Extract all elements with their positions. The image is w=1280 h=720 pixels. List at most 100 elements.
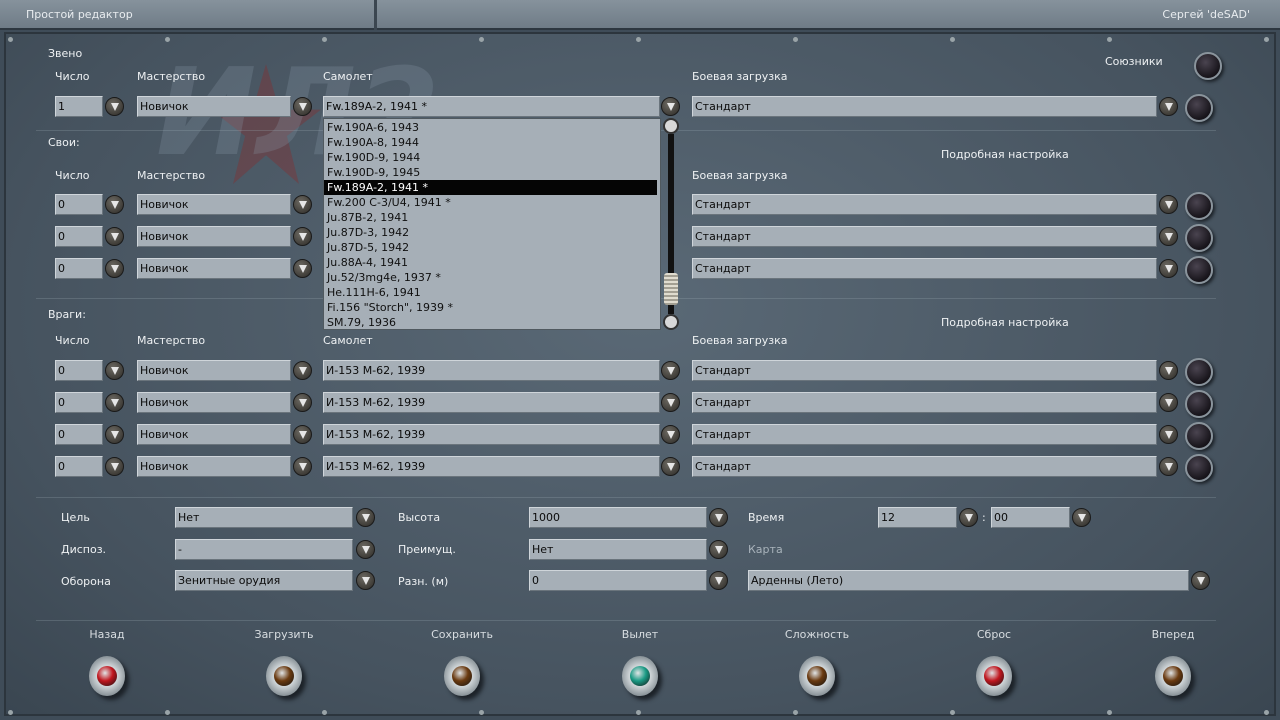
dropdown-arrow-icon[interactable] (1072, 508, 1091, 527)
friendly-count-field[interactable]: 0 (55, 226, 103, 247)
dispos-field[interactable]: - (175, 539, 353, 560)
dropdown-arrow-icon[interactable] (356, 540, 375, 559)
dropdown-arrow-icon[interactable] (1159, 425, 1178, 444)
plane-option[interactable]: Fw.200 C-3/U4, 1941 * (324, 195, 660, 210)
dropdown-arrow-icon[interactable] (356, 508, 375, 527)
enemy-plane-field[interactable]: И-153 М-62, 1939 (323, 360, 660, 381)
dropdown-arrow-icon[interactable] (293, 259, 312, 278)
enemy-skill-field[interactable]: Новичок (137, 392, 291, 413)
fly-button[interactable] (622, 656, 658, 696)
action-button[interactable] (976, 656, 1012, 696)
flight-count-field[interactable]: 1 (55, 96, 103, 117)
plane-option[interactable]: Fw.189A-2, 1941 * (324, 180, 657, 195)
dropdown-arrow-icon[interactable] (293, 195, 312, 214)
dropdown-arrow-icon[interactable] (105, 425, 124, 444)
minute-field[interactable]: 00 (991, 507, 1070, 528)
friendly-skill-field[interactable]: Новичок (137, 194, 291, 215)
flight-plane-field[interactable]: Fw.189A-2, 1941 * (323, 96, 660, 117)
plane-option[interactable]: Ju.87D-3, 1942 (324, 225, 660, 240)
enemy-skill-field[interactable]: Новичок (137, 360, 291, 381)
dropdown-arrow-icon[interactable] (661, 425, 680, 444)
altitude-field[interactable]: 1000 (529, 507, 707, 528)
friendly-detail-button[interactable] (1185, 192, 1213, 220)
dropdown-arrow-icon[interactable] (105, 457, 124, 476)
dropdown-arrow-icon[interactable] (105, 393, 124, 412)
dropdown-arrow-icon[interactable] (293, 393, 312, 412)
enemy-loadout-field[interactable]: Стандарт (692, 392, 1157, 413)
dropdown-arrow-icon[interactable] (293, 361, 312, 380)
scroll-up-icon[interactable] (663, 118, 679, 134)
dropdown-arrow-icon[interactable] (661, 393, 680, 412)
dropdown-arrow-icon[interactable] (1159, 393, 1178, 412)
plane-dropdown-list[interactable]: Fw.190A-6, 1943 Fw.190A-8, 1944 Fw.190D-9,… (323, 118, 661, 330)
dropdown-arrow-icon[interactable] (1159, 457, 1178, 476)
enemy-loadout-field[interactable]: Стандарт (692, 424, 1157, 445)
dropdown-arrow-icon[interactable] (105, 361, 124, 380)
enemy-count-field[interactable]: 0 (55, 360, 103, 381)
dropdown-arrow-icon[interactable] (1159, 195, 1178, 214)
dropdown-arrow-icon[interactable] (661, 457, 680, 476)
enemy-plane-field[interactable]: И-153 М-62, 1939 (323, 424, 660, 445)
dropdown-arrow-icon[interactable] (709, 540, 728, 559)
plane-option[interactable]: Fw.190A-8, 1944 (324, 135, 660, 150)
plane-option[interactable]: Ju.87D-5, 1942 (324, 240, 660, 255)
count-dropdown-arrow-icon[interactable] (105, 97, 124, 116)
friendly-skill-field[interactable]: Новичок (137, 258, 291, 279)
dropdown-arrow-icon[interactable] (1159, 259, 1178, 278)
enemy-detail-button[interactable] (1185, 454, 1213, 482)
enemy-count-field[interactable]: 0 (55, 392, 103, 413)
friendly-detail-button[interactable] (1185, 224, 1213, 252)
action-button[interactable] (266, 656, 302, 696)
dropdown-arrow-icon[interactable] (356, 571, 375, 590)
plane-option[interactable]: Fw.190D-9, 1944 (324, 150, 660, 165)
action-button[interactable] (799, 656, 835, 696)
height-diff-field[interactable]: 0 (529, 570, 707, 591)
dropdown-arrow-icon[interactable] (105, 195, 124, 214)
enemy-count-field[interactable]: 0 (55, 456, 103, 477)
hour-field[interactable]: 12 (878, 507, 957, 528)
friendly-skill-field[interactable]: Новичок (137, 226, 291, 247)
action-button[interactable] (89, 656, 125, 696)
enemy-skill-field[interactable]: Новичок (137, 456, 291, 477)
defense-field[interactable]: Зенитные орудия (175, 570, 353, 591)
scroll-down-icon[interactable] (663, 314, 679, 330)
dropdown-arrow-icon[interactable] (1191, 571, 1210, 590)
friendly-loadout-field[interactable]: Стандарт (692, 194, 1157, 215)
dropdown-arrow-icon[interactable] (293, 425, 312, 444)
dropdown-arrow-icon[interactable] (105, 227, 124, 246)
enemy-loadout-field[interactable]: Стандарт (692, 360, 1157, 381)
dropdown-arrow-icon[interactable] (709, 508, 728, 527)
flight-detail-button[interactable] (1185, 94, 1213, 122)
map-field[interactable]: Арденны (Лето) (748, 570, 1189, 591)
plane-option[interactable]: He.111H-6, 1941 (324, 285, 660, 300)
friendly-loadout-field[interactable]: Стандарт (692, 226, 1157, 247)
dropdown-arrow-icon[interactable] (959, 508, 978, 527)
advantage-field[interactable]: Нет (529, 539, 707, 560)
dropdown-arrow-icon[interactable] (105, 259, 124, 278)
plane-option[interactable]: Ju.52/3mg4e, 1937 * (324, 270, 660, 285)
flight-loadout-field[interactable]: Стандарт (692, 96, 1157, 117)
loadout-dropdown-arrow-icon[interactable] (1159, 97, 1178, 116)
enemy-plane-field[interactable]: И-153 М-62, 1939 (323, 456, 660, 477)
enemy-detail-button[interactable] (1185, 390, 1213, 418)
allies-toggle[interactable] (1194, 52, 1222, 80)
plane-option[interactable]: SM.79, 1936 (324, 315, 660, 330)
dropdown-arrow-icon[interactable] (293, 227, 312, 246)
enemy-detail-button[interactable] (1185, 422, 1213, 450)
target-field[interactable]: Нет (175, 507, 353, 528)
scroll-thumb[interactable] (664, 273, 678, 305)
flight-skill-field[interactable]: Новичок (137, 96, 291, 117)
friendly-count-field[interactable]: 0 (55, 258, 103, 279)
enemy-count-field[interactable]: 0 (55, 424, 103, 445)
plane-option[interactable]: Fi.156 "Storch", 1939 * (324, 300, 660, 315)
plane-option[interactable]: Ju.87B-2, 1941 (324, 210, 660, 225)
action-button[interactable] (444, 656, 480, 696)
plane-dropdown-arrow-icon[interactable] (661, 97, 680, 116)
enemy-plane-field[interactable]: И-153 М-62, 1939 (323, 392, 660, 413)
plane-option[interactable]: Fw.190D-9, 1945 (324, 165, 660, 180)
enemy-loadout-field[interactable]: Стандарт (692, 456, 1157, 477)
plane-list-scrollbar[interactable] (662, 118, 680, 330)
friendly-detail-button[interactable] (1185, 256, 1213, 284)
enemy-skill-field[interactable]: Новичок (137, 424, 291, 445)
dropdown-arrow-icon[interactable] (293, 457, 312, 476)
